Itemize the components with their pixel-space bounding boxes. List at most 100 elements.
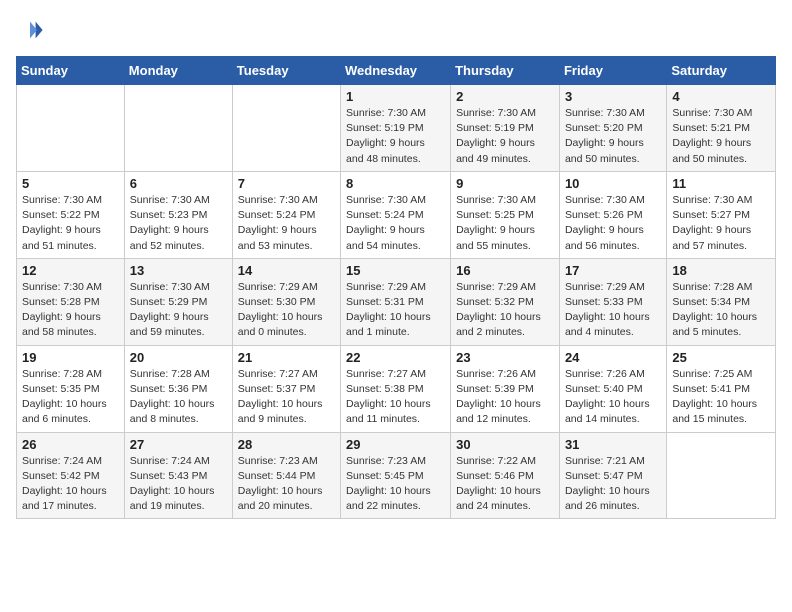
day-detail: Sunrise: 7:30 AM Sunset: 5:27 PM Dayligh… [672,193,770,254]
day-number: 23 [456,350,554,365]
weekday-header: Sunday [17,57,125,85]
page-header [16,16,776,44]
calendar-cell: 28 Sunrise: 7:23 AM Sunset: 5:44 PM Dayli… [232,432,340,519]
day-detail: Sunrise: 7:29 AM Sunset: 5:30 PM Dayligh… [238,280,335,341]
day-detail: Sunrise: 7:30 AM Sunset: 5:24 PM Dayligh… [346,193,445,254]
day-detail: Sunrise: 7:30 AM Sunset: 5:26 PM Dayligh… [565,193,661,254]
calendar-cell: 1 Sunrise: 7:30 AM Sunset: 5:19 PM Daylig… [341,85,451,172]
day-detail: Sunrise: 7:23 AM Sunset: 5:44 PM Dayligh… [238,454,335,515]
calendar-table: SundayMondayTuesdayWednesdayThursdayFrid… [16,56,776,519]
calendar-cell: 30Sunrise: 7:22 AM Sunset: 5:46 PM Dayli… [451,432,560,519]
calendar-week-row: 12 Sunrise: 7:30 AM Sunset: 5:28 PM Dayli… [17,258,776,345]
calendar-cell: 10 Sunrise: 7:30 AM Sunset: 5:26 PM Dayli… [559,171,666,258]
day-detail: Sunrise: 7:28 AM Sunset: 5:36 PM Dayligh… [130,367,227,428]
calendar-cell: 25 Sunrise: 7:25 AM Sunset: 5:41 PM Dayli… [667,345,776,432]
logo-icon [16,16,44,44]
calendar-cell: 21 Sunrise: 7:27 AM Sunset: 5:37 PM Dayli… [232,345,340,432]
calendar-cell: 9 Sunrise: 7:30 AM Sunset: 5:25 PM Daylig… [451,171,560,258]
calendar-cell: 5 Sunrise: 7:30 AM Sunset: 5:22 PM Daylig… [17,171,125,258]
day-number: 24 [565,350,661,365]
day-number: 29 [346,437,445,452]
day-detail: Sunrise: 7:30 AM Sunset: 5:29 PM Dayligh… [130,280,227,341]
day-number: 19 [22,350,119,365]
day-number: 4 [672,89,770,104]
weekday-header: Tuesday [232,57,340,85]
calendar-cell: 24 Sunrise: 7:26 AM Sunset: 5:40 PM Dayli… [559,345,666,432]
calendar-cell: 3 Sunrise: 7:30 AM Sunset: 5:20 PM Daylig… [559,85,666,172]
weekday-header: Wednesday [341,57,451,85]
calendar-cell [17,85,125,172]
day-detail: Sunrise: 7:30 AM Sunset: 5:19 PM Dayligh… [346,106,445,167]
day-number: 31 [565,437,661,452]
calendar-header-row: SundayMondayTuesdayWednesdayThursdayFrid… [17,57,776,85]
day-number: 18 [672,263,770,278]
day-number: 11 [672,176,770,191]
day-number: 17 [565,263,661,278]
day-detail: Sunrise: 7:24 AM Sunset: 5:43 PM Dayligh… [130,454,227,515]
calendar-week-row: 26 Sunrise: 7:24 AM Sunset: 5:42 PM Dayli… [17,432,776,519]
calendar-week-row: 1 Sunrise: 7:30 AM Sunset: 5:19 PM Daylig… [17,85,776,172]
day-number: 6 [130,176,227,191]
day-number: 12 [22,263,119,278]
calendar-cell: 16Sunrise: 7:29 AM Sunset: 5:32 PM Dayli… [451,258,560,345]
calendar-cell: 2Sunrise: 7:30 AM Sunset: 5:19 PM Daylig… [451,85,560,172]
calendar-cell: 17 Sunrise: 7:29 AM Sunset: 5:33 PM Dayli… [559,258,666,345]
calendar-cell [124,85,232,172]
day-number: 10 [565,176,661,191]
day-detail: Sunrise: 7:30 AM Sunset: 5:28 PM Dayligh… [22,280,119,341]
calendar-cell [232,85,340,172]
weekday-header: Monday [124,57,232,85]
day-number: 26 [22,437,119,452]
day-number: 22 [346,350,445,365]
day-number: 15 [346,263,445,278]
day-detail: Sunrise: 7:27 AM Sunset: 5:37 PM Dayligh… [238,367,335,428]
day-detail: Sunrise: 7:21 AM Sunset: 5:47 PM Dayligh… [565,454,661,515]
calendar-cell: 7 Sunrise: 7:30 AM Sunset: 5:24 PM Daylig… [232,171,340,258]
day-detail: Sunrise: 7:24 AM Sunset: 5:42 PM Dayligh… [22,454,119,515]
day-detail: Sunrise: 7:30 AM Sunset: 5:24 PM Dayligh… [238,193,335,254]
day-detail: Sunrise: 7:26 AM Sunset: 5:39 PM Dayligh… [456,367,554,428]
calendar-cell: 20 Sunrise: 7:28 AM Sunset: 5:36 PM Dayli… [124,345,232,432]
day-detail: Sunrise: 7:28 AM Sunset: 5:34 PM Dayligh… [672,280,770,341]
day-detail: Sunrise: 7:30 AM Sunset: 5:22 PM Dayligh… [22,193,119,254]
day-detail: Sunrise: 7:29 AM Sunset: 5:31 PM Dayligh… [346,280,445,341]
day-detail: Sunrise: 7:29 AM Sunset: 5:33 PM Dayligh… [565,280,661,341]
day-detail: Sunrise: 7:22 AM Sunset: 5:46 PM Dayligh… [456,454,554,515]
day-detail: Sunrise: 7:30 AM Sunset: 5:19 PM Dayligh… [456,106,554,167]
day-number: 7 [238,176,335,191]
weekday-header: Saturday [667,57,776,85]
day-number: 5 [22,176,119,191]
day-number: 14 [238,263,335,278]
day-number: 20 [130,350,227,365]
day-detail: Sunrise: 7:27 AM Sunset: 5:38 PM Dayligh… [346,367,445,428]
day-detail: Sunrise: 7:30 AM Sunset: 5:20 PM Dayligh… [565,106,661,167]
weekday-header: Friday [559,57,666,85]
day-number: 13 [130,263,227,278]
day-number: 27 [130,437,227,452]
logo [16,16,46,44]
calendar-cell: 14 Sunrise: 7:29 AM Sunset: 5:30 PM Dayli… [232,258,340,345]
day-number: 25 [672,350,770,365]
calendar-week-row: 19Sunrise: 7:28 AM Sunset: 5:35 PM Dayli… [17,345,776,432]
calendar-cell: 22 Sunrise: 7:27 AM Sunset: 5:38 PM Dayli… [341,345,451,432]
calendar-cell: 13 Sunrise: 7:30 AM Sunset: 5:29 PM Dayli… [124,258,232,345]
calendar-cell: 31 Sunrise: 7:21 AM Sunset: 5:47 PM Dayli… [559,432,666,519]
calendar-cell [667,432,776,519]
day-number: 3 [565,89,661,104]
calendar-cell: 4Sunrise: 7:30 AM Sunset: 5:21 PM Daylig… [667,85,776,172]
day-number: 9 [456,176,554,191]
day-detail: Sunrise: 7:25 AM Sunset: 5:41 PM Dayligh… [672,367,770,428]
calendar-cell: 19Sunrise: 7:28 AM Sunset: 5:35 PM Dayli… [17,345,125,432]
weekday-header: Thursday [451,57,560,85]
day-detail: Sunrise: 7:30 AM Sunset: 5:23 PM Dayligh… [130,193,227,254]
calendar-cell: 11 Sunrise: 7:30 AM Sunset: 5:27 PM Dayli… [667,171,776,258]
day-number: 28 [238,437,335,452]
calendar-cell: 26 Sunrise: 7:24 AM Sunset: 5:42 PM Dayli… [17,432,125,519]
day-number: 1 [346,89,445,104]
day-detail: Sunrise: 7:30 AM Sunset: 5:25 PM Dayligh… [456,193,554,254]
calendar-cell: 15 Sunrise: 7:29 AM Sunset: 5:31 PM Dayli… [341,258,451,345]
calendar-cell: 18 Sunrise: 7:28 AM Sunset: 5:34 PM Dayli… [667,258,776,345]
day-number: 8 [346,176,445,191]
day-number: 21 [238,350,335,365]
day-detail: Sunrise: 7:26 AM Sunset: 5:40 PM Dayligh… [565,367,661,428]
